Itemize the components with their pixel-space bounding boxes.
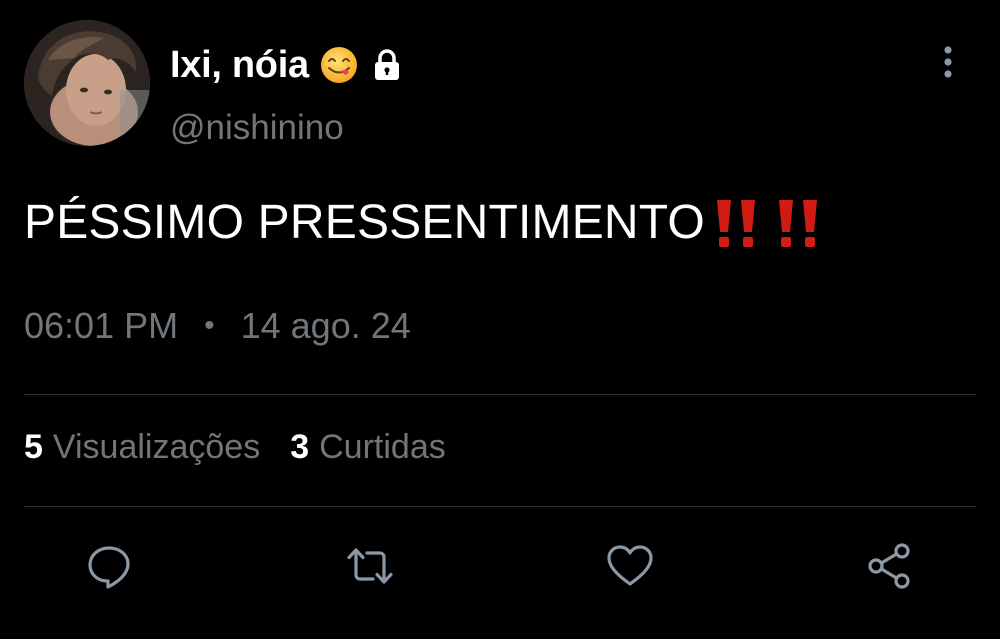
divider-top: [24, 394, 976, 395]
tweet-timestamp[interactable]: 06:01 PM • 14 ago. 24: [24, 305, 411, 347]
likes-stat[interactable]: 3 Curtidas: [290, 428, 446, 467]
reply-icon: [88, 546, 130, 589]
more-vertical-icon: [944, 46, 952, 78]
share-icon: [868, 543, 910, 589]
views-stat[interactable]: 5 Visualizações: [24, 428, 260, 467]
likes-label: Curtidas: [319, 428, 446, 466]
lock-icon: [369, 47, 405, 83]
tweet-card: Ixi, nóia @nishinino PÉSSIMO PRESSENTIME…: [0, 0, 1000, 639]
tweet-text-row: PÉSSIMO PRESSENTIMENTO: [24, 192, 829, 252]
divider-bottom: [24, 506, 976, 507]
more-options-button[interactable]: [930, 40, 966, 84]
likes-count: 3: [290, 428, 310, 466]
avatar-photo: [24, 20, 150, 146]
like-button[interactable]: [602, 538, 658, 594]
double-exclamation-icon: [773, 192, 829, 252]
reply-button[interactable]: [81, 538, 137, 594]
tweet-text: PÉSSIMO PRESSENTIMENTO: [24, 195, 705, 249]
like-icon: [607, 545, 653, 586]
meta-separator: •: [204, 309, 215, 342]
views-count: 5: [24, 428, 43, 466]
user-handle[interactable]: @nishinino: [170, 108, 344, 148]
share-button[interactable]: [862, 538, 918, 594]
stats-row: 5 Visualizações 3 Curtidas: [24, 428, 476, 467]
views-label: Visualizações: [52, 428, 261, 466]
display-name-row: Ixi, nóia: [170, 40, 405, 90]
tweet-time: 06:01 PM: [24, 305, 179, 346]
double-exclamation-icon: [711, 192, 767, 252]
retweet-button[interactable]: [342, 538, 398, 594]
retweet-icon: [347, 548, 393, 584]
action-bar: [0, 538, 1000, 594]
face-savoring-food-icon: [319, 45, 359, 85]
display-name[interactable]: Ixi, nóia: [170, 44, 309, 87]
avatar[interactable]: [24, 20, 150, 146]
tweet-date: 14 ago. 24: [240, 305, 411, 346]
